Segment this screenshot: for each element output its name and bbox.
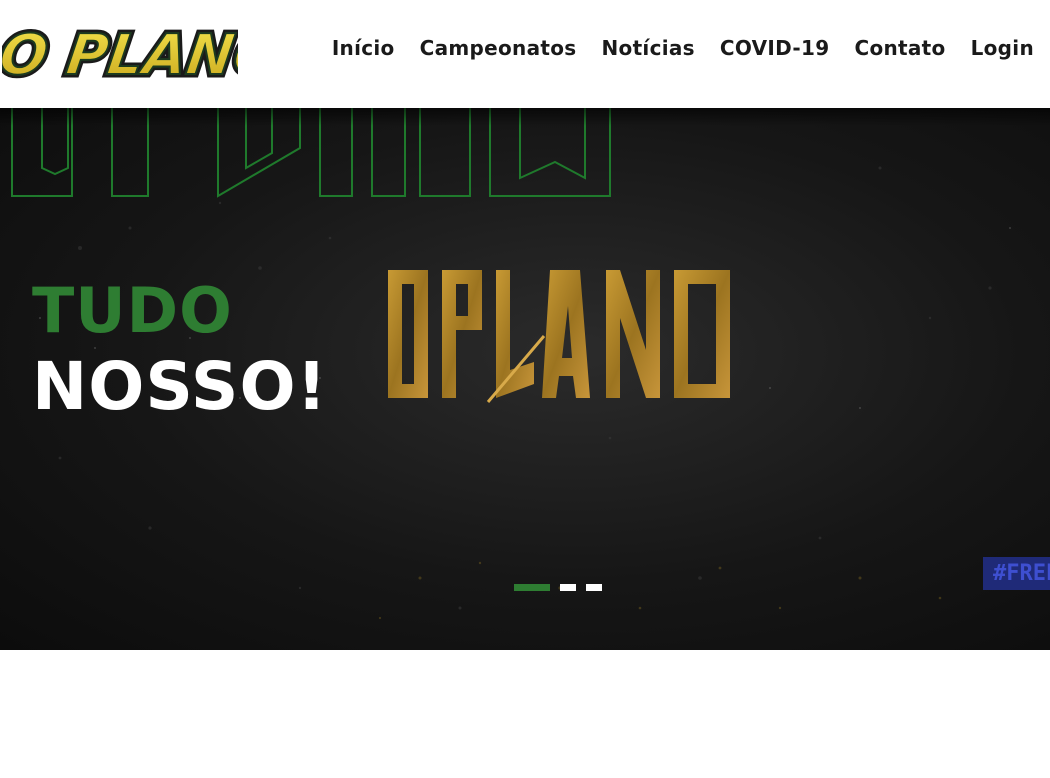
hashtag-badge: #FREE [983, 557, 1050, 590]
nav-covid[interactable]: COVID-19 [720, 36, 830, 60]
logo-graphic: O PLANO O PLANO [2, 20, 238, 90]
nav-login[interactable]: Login [971, 36, 1034, 60]
nav-contato[interactable]: Contato [854, 36, 945, 60]
oplano-brand-mark [388, 270, 730, 403]
hero-headline: TUDO NOSSO! [32, 280, 328, 420]
slide-dot-2[interactable] [560, 584, 576, 591]
svg-text:O PLANO: O PLANO [2, 23, 238, 88]
headline-line-1: TUDO [32, 274, 233, 347]
main-nav: Início Campeonatos Notícias COVID-19 Con… [332, 36, 1034, 60]
nav-campeonatos[interactable]: Campeonatos [420, 36, 577, 60]
slider-pagination [514, 584, 602, 591]
header-shadow [0, 108, 1050, 126]
slide-dot-3[interactable] [586, 584, 602, 591]
site-header: O PLANO O PLANO Início Campeonatos Notíc… [0, 0, 1050, 108]
headline-line-2: NOSSO! [32, 348, 328, 425]
slide-dot-1[interactable] [514, 584, 550, 591]
nav-noticias[interactable]: Notícias [601, 36, 694, 60]
nav-inicio[interactable]: Início [332, 36, 395, 60]
site-logo[interactable]: O PLANO O PLANO [2, 12, 238, 90]
hero-slider: TUDO NOSSO! #FREE [0, 108, 1050, 650]
